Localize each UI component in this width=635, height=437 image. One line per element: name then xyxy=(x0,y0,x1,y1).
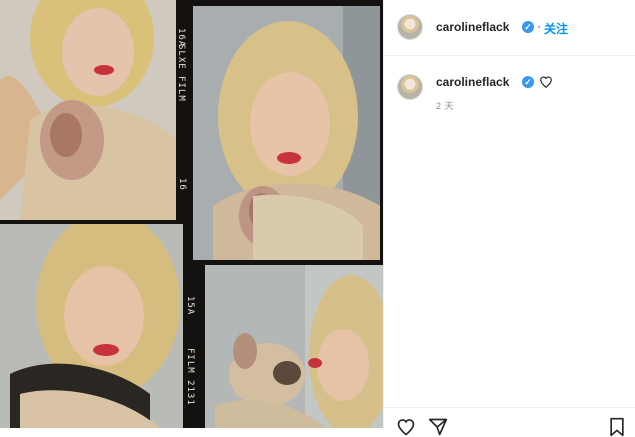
photo-frame-2-image xyxy=(193,6,380,260)
post-photo[interactable]: 16A SLXE FILM 16 15A FILM 2131 xyxy=(0,0,383,428)
avatar[interactable] xyxy=(397,14,423,40)
photo-frame-1-image xyxy=(0,0,176,220)
post-time: 2 天 xyxy=(436,101,455,111)
photo-frame-3 xyxy=(0,224,183,428)
photo-frame-4-image xyxy=(205,265,383,428)
username-link[interactable]: carolineflack xyxy=(436,20,509,34)
film-mark-4: 15A xyxy=(185,296,195,316)
post-side-panel: carolineflack ✓ · 关注 carolineflack ✓ 2 天 xyxy=(383,0,635,437)
film-mark-5: FILM 2131 xyxy=(185,348,195,406)
caption-username-link[interactable]: carolineflack xyxy=(436,75,509,89)
caption-avatar[interactable] xyxy=(397,74,423,100)
film-mark-2: SLXE FILM xyxy=(176,44,186,102)
post-header: carolineflack ✓ · 关注 xyxy=(384,0,635,56)
follow-button[interactable]: 关注 xyxy=(544,20,568,37)
verified-badge-icon: ✓ xyxy=(522,21,534,33)
photo-frame-3-image xyxy=(0,224,183,428)
share-paper-plane-icon[interactable] xyxy=(428,417,448,437)
caption-heart-icon[interactable] xyxy=(539,75,553,89)
action-bar xyxy=(384,407,635,429)
photo-frame-2 xyxy=(193,6,380,260)
save-bookmark-icon[interactable] xyxy=(608,417,626,437)
like-heart-icon[interactable] xyxy=(396,417,416,437)
caption-verified-badge-icon: ✓ xyxy=(522,76,534,88)
photo-frame-1 xyxy=(0,0,176,220)
film-mark-3: 16 xyxy=(177,178,187,191)
photo-frame-4 xyxy=(205,265,383,428)
header-separator: · xyxy=(537,19,541,33)
